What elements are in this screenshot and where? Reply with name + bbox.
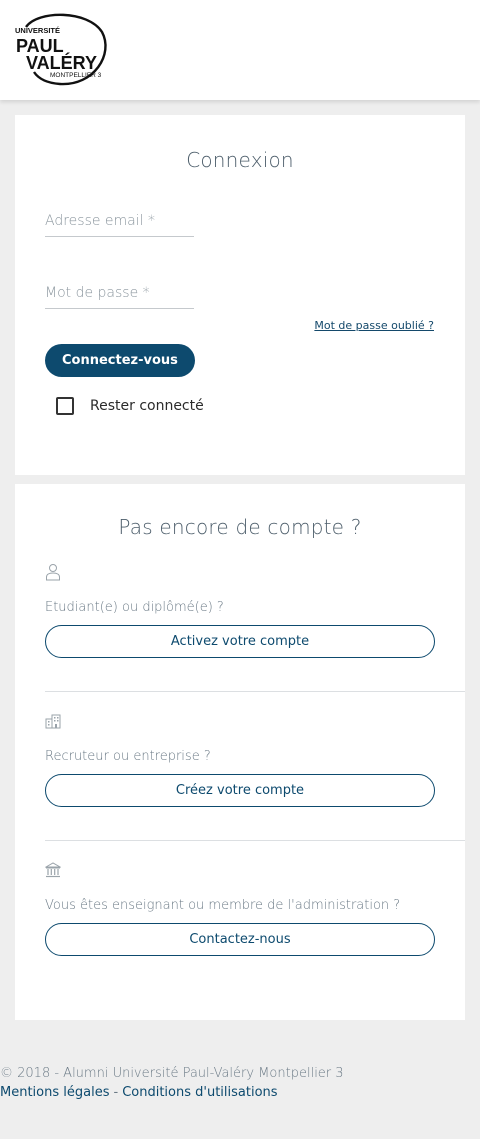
terms-link[interactable]: Conditions d'utilisations <box>122 1085 277 1100</box>
building-icon <box>45 713 61 729</box>
student-label: Etudiant(e) ou diplômé(e) ? <box>45 600 224 615</box>
staff-label: Vous êtes enseignant ou membre de l'admi… <box>45 898 401 913</box>
university-logo[interactable]: UNIVERSITÉ PAUL VALÉRY MONTPELLIER 3 <box>12 12 116 88</box>
copyright-text: © 2018 - Alumni Université Paul-Valéry M… <box>0 1066 344 1081</box>
logo-text-montpellier: MONTPELLIER 3 <box>50 72 102 79</box>
email-input[interactable] <box>45 205 194 236</box>
activate-account-button[interactable]: Activez votre compte <box>45 625 435 658</box>
email-field-wrapper <box>45 205 194 237</box>
legal-notice-link[interactable]: Mentions légales <box>0 1085 109 1100</box>
password-input[interactable] <box>45 277 194 308</box>
password-field-wrapper <box>45 277 194 309</box>
contact-us-button[interactable]: Contactez-nous <box>45 923 435 956</box>
user-icon <box>45 563 61 581</box>
site-header: UNIVERSITÉ PAUL VALÉRY MONTPELLIER 3 <box>0 0 480 100</box>
footer-separator: - <box>113 1085 119 1100</box>
login-button[interactable]: Connectez-vous <box>45 344 195 377</box>
university-logo-graphic: UNIVERSITÉ PAUL VALÉRY MONTPELLIER 3 <box>15 13 107 86</box>
footer-links: Mentions légales - Conditions d'utilisatio… <box>0 1085 480 1100</box>
signup-card: Pas encore de compte ? Etudiant(e) ou di… <box>15 484 465 1020</box>
institution-icon <box>45 862 61 878</box>
create-account-button[interactable]: Créez votre compte <box>45 774 435 807</box>
login-title: Connexion <box>186 148 294 172</box>
section-divider <box>45 840 465 841</box>
recruiter-label: Recruteur ou entreprise ? <box>45 749 211 764</box>
logo-text-universite: UNIVERSITÉ <box>15 26 60 35</box>
remember-label: Rester connecté <box>90 398 204 414</box>
login-card: Connexion Mot de passe oublié ? Connecte… <box>15 115 465 475</box>
remember-me[interactable]: Rester connecté <box>56 397 204 415</box>
remember-checkbox[interactable] <box>56 397 74 415</box>
logo-text-valery: VALÉRY <box>26 52 97 73</box>
site-footer: © 2018 - Alumni Université Paul-Valéry M… <box>0 1066 480 1100</box>
section-divider <box>45 691 465 692</box>
signup-title: Pas encore de compte ? <box>118 515 362 539</box>
forgot-password-link[interactable]: Mot de passe oublié ? <box>314 319 434 332</box>
